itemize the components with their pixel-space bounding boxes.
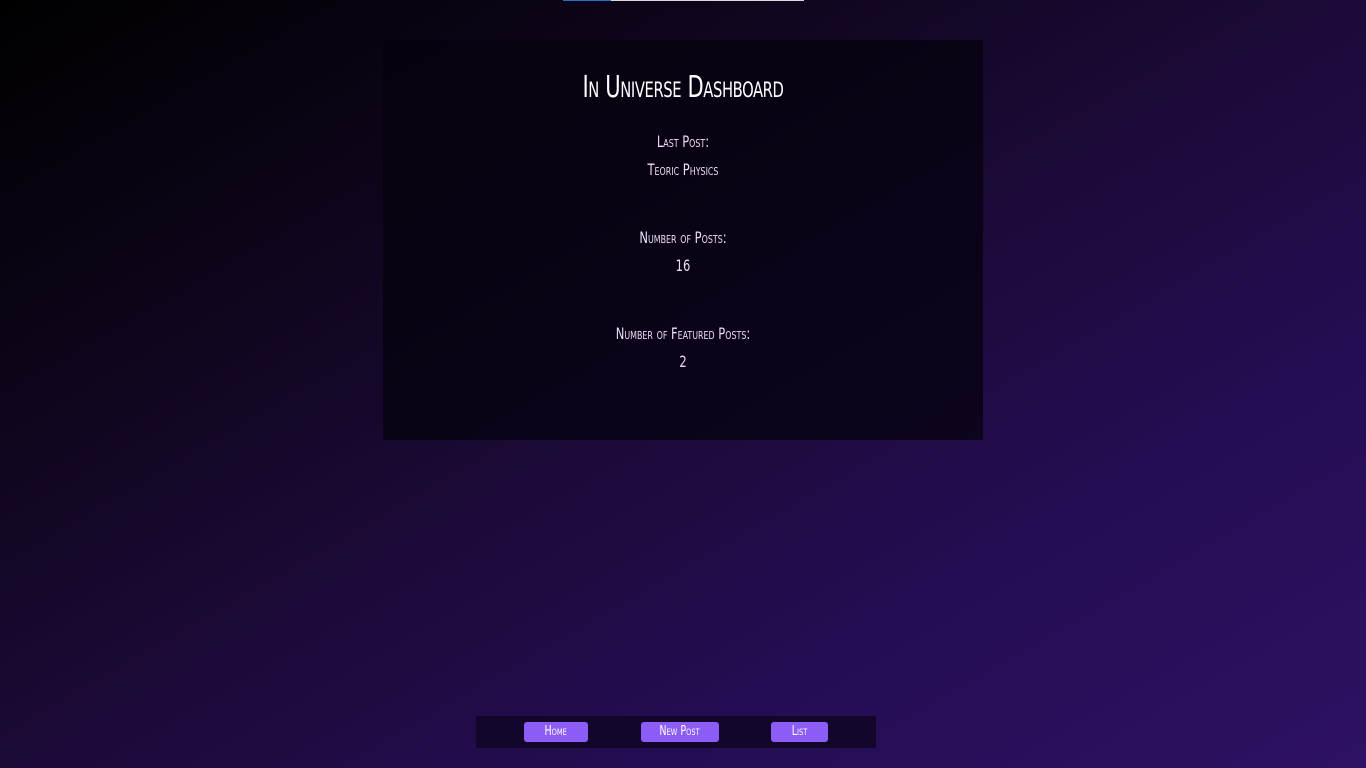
bottom-nav: Home New Post List xyxy=(476,716,876,748)
stat-featured-posts: Number of Featured Posts: 2 xyxy=(383,320,983,376)
stat-value-featured-posts: 2 xyxy=(679,352,687,371)
list-button-label: List xyxy=(791,724,808,739)
stat-last-post: Last Post: Teoric Physics xyxy=(383,128,983,184)
stat-value-last-post: Teoric Physics xyxy=(647,160,719,179)
stat-label-last-post: Last Post: xyxy=(656,132,710,151)
stat-label-featured-posts: Number of Featured Posts: xyxy=(615,324,751,343)
top-progress-bar xyxy=(563,0,804,1)
top-progress-fill xyxy=(563,0,612,1)
list-button[interactable]: List xyxy=(771,722,828,742)
new-post-button[interactable]: New Post xyxy=(641,722,719,742)
stat-number-of-posts: Number of Posts: 16 xyxy=(383,224,983,280)
stat-value-number-of-posts: 16 xyxy=(675,256,691,275)
home-button-label: Home xyxy=(544,724,568,739)
stat-label-number-of-posts: Number of Posts: xyxy=(639,228,727,247)
new-post-button-label: New Post xyxy=(659,724,701,739)
dashboard-card: In Universe Dashboard Last Post: Teoric … xyxy=(383,40,983,440)
home-button[interactable]: Home xyxy=(524,722,588,742)
dashboard-title: In Universe Dashboard xyxy=(582,70,784,105)
